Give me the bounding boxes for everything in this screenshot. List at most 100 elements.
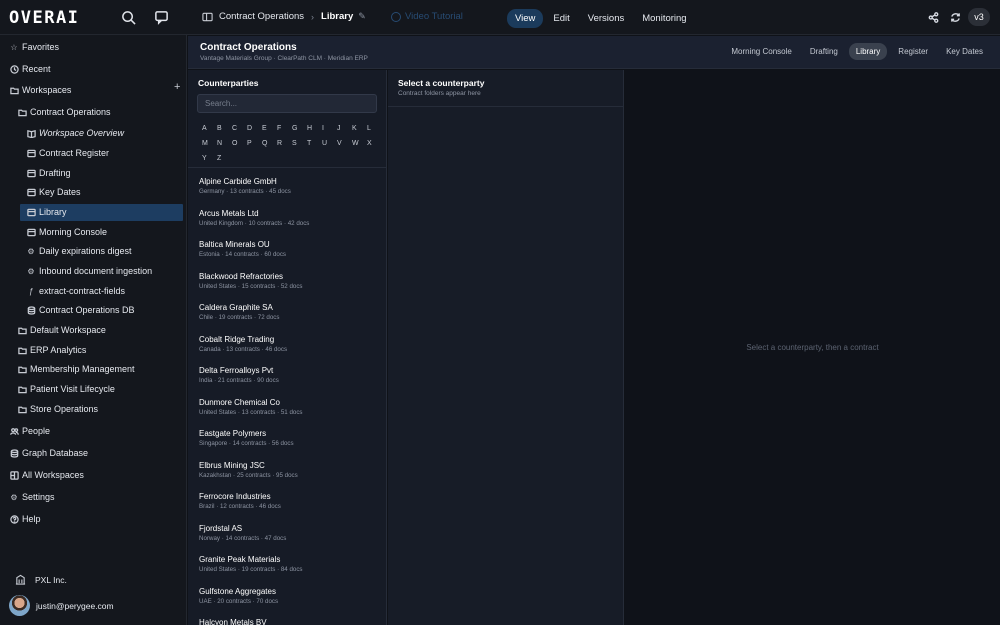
help-circle-icon — [391, 11, 401, 22]
org-switcher[interactable]: PXL Inc. — [15, 574, 67, 585]
add-workspace-icon[interactable]: + — [174, 81, 180, 93]
sidebar-item-settings[interactable]: ⚙ Settings — [9, 490, 54, 504]
letter-filter-k[interactable]: K — [348, 121, 363, 136]
search-icon[interactable] — [119, 8, 137, 26]
sidebar-item-workspace-overview[interactable]: Workspace Overview — [26, 126, 124, 140]
letter-filter-n[interactable]: N — [213, 136, 228, 151]
sidebar-item-store-operations[interactable]: Store Operations — [17, 402, 98, 416]
tab-library[interactable]: Library — [848, 43, 888, 60]
chat-icon[interactable] — [152, 8, 170, 26]
letter-filter-b[interactable]: B — [213, 121, 228, 136]
video-tutorial-link[interactable]: Video Tutorial — [391, 11, 463, 22]
tab-morning-console[interactable]: Morning Console — [724, 43, 798, 60]
letter-filter-c[interactable]: C — [228, 121, 243, 136]
sidebar-item-label: Library — [39, 207, 67, 217]
letter-filter-m[interactable]: M — [198, 136, 213, 151]
counterparty-name: Fjordstal AS — [199, 523, 243, 533]
letter-filter-u[interactable]: U — [318, 136, 333, 151]
user-menu[interactable]: justin@perygee.com — [9, 595, 114, 616]
letter-filter-h[interactable]: H — [303, 121, 318, 136]
letter-filter-r[interactable]: R — [273, 136, 288, 151]
letter-filter-e[interactable]: E — [258, 121, 273, 136]
list-item[interactable]: Delta Ferroalloys Pvt India · 21 contract… — [188, 365, 386, 397]
list-item[interactable]: Granite Peak Materials United States · 19… — [188, 554, 386, 586]
share-icon[interactable] — [928, 10, 939, 28]
sidebar-item-erp-analytics[interactable]: ERP Analytics — [17, 343, 86, 357]
list-item[interactable]: Baltica Minerals OU Estonia · 14 contract… — [188, 239, 386, 271]
letter-filter-f[interactable]: F — [273, 121, 288, 136]
sidebar-item-graph-database[interactable]: Graph Database — [9, 446, 88, 460]
list-item[interactable]: Eastgate Polymers Singapore · 14 contract… — [188, 428, 386, 460]
refresh-icon[interactable] — [950, 10, 961, 28]
layout-icon — [26, 227, 36, 237]
letter-filter-j[interactable]: J — [333, 121, 348, 136]
breadcrumb-workspace[interactable]: Contract Operations — [219, 11, 304, 22]
sidebar-item-membership-management[interactable]: Membership Management — [17, 362, 135, 376]
letter-filter-g[interactable]: G — [288, 121, 303, 136]
sidebar-item-drafting[interactable]: Drafting — [26, 166, 71, 180]
user-email: justin@perygee.com — [36, 600, 114, 611]
letter-filter-s[interactable]: S — [288, 136, 303, 151]
list-item[interactable]: Caldera Graphite SA Chile · 19 contracts … — [188, 302, 386, 334]
mode-edit[interactable]: Edit — [545, 9, 577, 28]
sidebar-item-all-workspaces[interactable]: All Workspaces — [9, 468, 84, 482]
list-item[interactable]: Fjordstal AS Norway · 14 contracts · 47 d… — [188, 523, 386, 555]
sidebar-item-key-dates[interactable]: Key Dates — [26, 185, 81, 199]
letter-filter-i[interactable]: I — [318, 121, 333, 136]
letter-filter-t[interactable]: T — [303, 136, 318, 151]
search-input[interactable] — [197, 94, 377, 113]
sidebar-item-extract-contract-fields[interactable]: ƒ extract-contract-fields — [26, 284, 125, 298]
sidebar-item-inbound-document-ingestion[interactable]: ⚙ Inbound document ingestion — [26, 264, 152, 278]
letter-filter-q[interactable]: Q — [258, 136, 273, 151]
sidebar-item-contract-operations-db[interactable]: Contract Operations DB — [26, 303, 135, 317]
database-icon — [9, 448, 19, 458]
tab-register[interactable]: Register — [891, 43, 935, 60]
sidebar-item-label: Default Workspace — [30, 325, 106, 335]
letter-filter-d[interactable]: D — [243, 121, 258, 136]
sidebar-item-recent[interactable]: Recent — [9, 62, 51, 76]
list-item[interactable]: Cobalt Ridge Trading Canada · 13 contract… — [188, 334, 386, 366]
letter-filter-w[interactable]: W — [348, 136, 363, 151]
sidebar-item-default-workspace[interactable]: Default Workspace — [17, 323, 106, 337]
tab-drafting[interactable]: Drafting — [803, 43, 845, 60]
mode-versions[interactable]: Versions — [580, 9, 632, 28]
sidebar-item-favorites[interactable]: ☆ Favorites — [9, 40, 59, 54]
list-item[interactable]: Arcus Metals Ltd United Kingdom · 10 cont… — [188, 208, 386, 240]
sidebar-item-help[interactable]: Help — [9, 512, 41, 526]
sidebar-item-label: Morning Console — [39, 227, 108, 237]
letter-filter-p[interactable]: P — [243, 136, 258, 151]
letter-filter-l[interactable]: L — [363, 121, 378, 136]
sidebar-item-daily-expirations-digest[interactable]: ⚙ Daily expirations digest — [26, 244, 131, 258]
pencil-icon[interactable]: ✎ — [358, 11, 366, 22]
letter-filter-y[interactable]: Y — [198, 151, 213, 166]
list-item[interactable]: Dunmore Chemical Co United States · 13 co… — [188, 397, 386, 429]
letter-filter-o[interactable]: O — [228, 136, 243, 151]
version-badge[interactable]: v3 — [968, 8, 990, 26]
letter-filter-z[interactable]: Z — [213, 151, 228, 166]
list-item[interactable]: Elbrus Mining JSC Kazakhstan · 25 contrac… — [188, 460, 386, 492]
mode-monitoring[interactable]: Monitoring — [634, 9, 694, 28]
list-item[interactable]: Halcyon Metals BV — [188, 617, 386, 625]
letter-filter-v[interactable]: V — [333, 136, 348, 151]
counterparty-name: Elbrus Mining JSC — [199, 460, 265, 470]
sidebar-item-patient-visit-lifecycle[interactable]: Patient Visit Lifecycle — [17, 382, 115, 396]
list-item[interactable]: Alpine Carbide GmbH Germany · 13 contract… — [188, 176, 386, 208]
counterparty-name: Cobalt Ridge Trading — [199, 334, 275, 344]
list-item[interactable]: Ferrocore Industries Brazil · 12 contract… — [188, 491, 386, 523]
mode-view[interactable]: View — [507, 9, 544, 28]
grid-icon — [9, 470, 19, 480]
list-item[interactable]: Gulfstone Aggregates UAE · 20 contracts ·… — [188, 586, 386, 618]
letter-filter-a[interactable]: A — [198, 121, 213, 136]
letter-filter-x[interactable]: X — [363, 136, 378, 151]
sidebar-item-people[interactable]: People — [9, 424, 50, 438]
building-icon — [15, 574, 26, 585]
sidebar-item-library[interactable]: Library — [26, 205, 67, 219]
sidebar-item-morning-console[interactable]: Morning Console — [26, 225, 107, 239]
sidebar-item-contract-operations[interactable]: Contract Operations — [17, 105, 111, 119]
list-item[interactable]: Blackwood Refractories United States · 15… — [188, 271, 386, 303]
tab-key-dates[interactable]: Key Dates — [939, 43, 990, 60]
sidebar-item-workspaces[interactable]: Workspaces — [9, 83, 71, 97]
page-subtitle: Vantage Materials Group · ClearPath CLM … — [200, 55, 368, 62]
sidebar-item-label: Contract Operations — [30, 107, 111, 117]
sidebar-item-contract-register[interactable]: Contract Register — [26, 146, 109, 160]
